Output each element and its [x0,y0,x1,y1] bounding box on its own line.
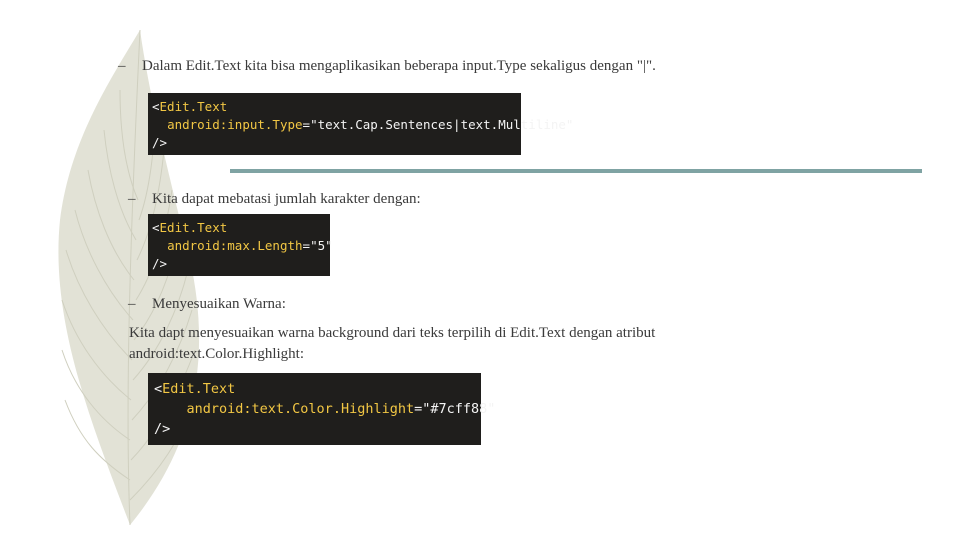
code-attribute: android:max.Length [167,238,303,253]
code-block-input-type: <Edit.Text android:input.Type="text.Cap.… [148,93,573,155]
bullet-dash: – [118,58,126,74]
code-value: "text.Cap.Sentences|text.Multiline" [310,117,574,132]
bullet-dash: – [128,296,136,312]
code-open-bracket: < [152,220,160,235]
code-value: "#7cff88" [422,401,496,417]
divider-line [230,169,922,173]
bullet-input-type: – Dalam Edit.Text kita bisa mengaplikasik… [118,58,656,75]
bullet-max-length: – Kita dapat mebatasi jumlah karakter den… [128,191,421,208]
code-close: /> [154,421,171,437]
code-value: "5" [310,238,333,253]
code-tag: Edit.Text [159,99,228,114]
code-open-bracket: < [154,381,163,397]
bullet-text: Menyesuaikan Warna: [152,296,286,312]
paragraph-line: android:text.Color.Highlight: [129,346,304,362]
code-close: /> [152,256,168,271]
code-equals: = [302,117,311,132]
code-close: /> [152,135,168,150]
code-block-max-length: <Edit.Text android:max.Length="5" /> [148,214,333,276]
code-tag: Edit.Text [162,381,236,397]
code-equals: = [302,238,311,253]
bullet-color: – Menyesuaikan Warna: [128,296,286,313]
code-attribute: android:input.Type [167,117,303,132]
paragraph-highlight: Kita dapt menyesuaikan warna background … [129,323,729,365]
code-equals: = [414,401,423,417]
code-open-bracket: < [152,99,160,114]
code-attribute: android:text.Color.Highlight [186,401,415,417]
bullet-dash: – [128,191,136,207]
code-tag: Edit.Text [159,220,228,235]
bullet-text: Kita dapat mebatasi jumlah karakter deng… [152,191,421,207]
code-block-color-highlight: <Edit.Text android:text.Color.Highlight=… [148,373,495,445]
bullet-text: Dalam Edit.Text kita bisa mengaplikasika… [142,58,656,74]
paragraph-line: Kita dapt menyesuaikan warna background … [129,325,656,341]
